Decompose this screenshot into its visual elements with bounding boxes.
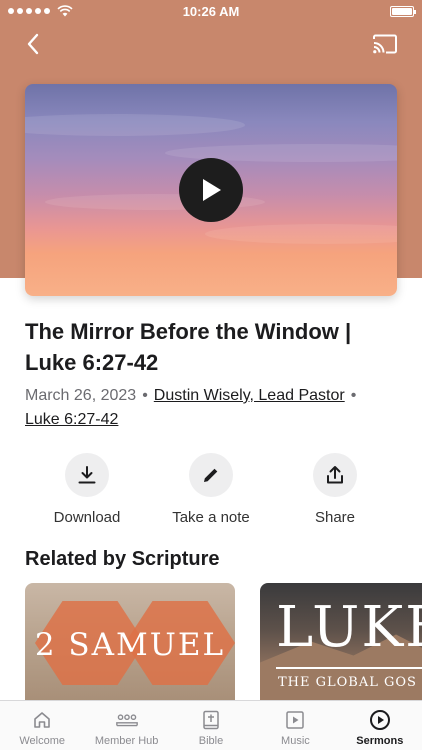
speaker-link[interactable]: Dustin Wisely, Lead Pastor [154, 387, 345, 404]
cast-icon [373, 34, 397, 54]
home-icon [34, 712, 51, 728]
tab-label: Member Hub [94, 735, 159, 747]
sermon-date: March 26, 2023 [25, 387, 137, 404]
tab-welcome[interactable]: Welcome [0, 701, 84, 750]
take-note-button[interactable]: Take a note [156, 453, 266, 526]
tab-member-hub[interactable]: Member Hub [84, 701, 168, 750]
tab-bar: Welcome Member Hub Bible Music Sermons [0, 700, 422, 750]
people-icon [115, 714, 138, 727]
pencil-icon [204, 468, 218, 482]
tab-label: Welcome [19, 735, 66, 747]
status-bar: 10:26 AM [0, 0, 422, 22]
meta-separator: • [142, 387, 148, 404]
share-icon [327, 466, 343, 484]
divider [276, 667, 422, 669]
meta-separator: • [350, 387, 357, 404]
sermon-title: The Mirror Before the Window | Luke 6:27… [25, 319, 352, 375]
tab-music[interactable]: Music [253, 701, 337, 750]
share-button[interactable]: Share [280, 453, 390, 526]
share-label: Share [314, 509, 356, 526]
take-note-label: Take a note [172, 509, 250, 526]
related-heading: Related by Scripture [25, 548, 220, 570]
tab-label: Sermons [356, 735, 404, 747]
play-icon [203, 179, 221, 201]
video-player[interactable] [25, 84, 397, 296]
back-button[interactable] [18, 30, 48, 58]
card-subtitle: THE GLOBAL GOS [278, 675, 417, 690]
tab-label: Bible [198, 735, 224, 747]
wifi-icon [57, 5, 73, 17]
sermons-play-icon [369, 710, 390, 730]
play-button[interactable] [179, 158, 243, 222]
music-play-icon [286, 711, 305, 729]
card-title: 2 SAMUEL [34, 627, 226, 663]
chevron-left-icon [27, 33, 39, 55]
cast-button[interactable] [370, 30, 400, 58]
sermon-meta: March 26, 2023 • Dustin Wisely, Lead Pasto… [25, 384, 405, 432]
related-card-luke[interactable]: LUKE THE GLOBAL GOS [260, 583, 422, 701]
battery-icon [390, 5, 416, 17]
download-icon [78, 466, 96, 484]
tab-sermons[interactable]: Sermons [338, 701, 422, 750]
download-label: Download [53, 509, 121, 526]
signal-indicator [8, 5, 73, 17]
related-card-2-samuel[interactable]: 2 SAMUEL [25, 583, 235, 701]
tab-label: Music [281, 735, 310, 747]
tab-bible[interactable]: Bible [169, 701, 253, 750]
card-title: LUKE [276, 595, 422, 660]
scripture-link[interactable]: Luke 6:27-42 [25, 411, 118, 428]
bible-icon [203, 710, 219, 730]
download-button[interactable]: Download [32, 453, 142, 526]
